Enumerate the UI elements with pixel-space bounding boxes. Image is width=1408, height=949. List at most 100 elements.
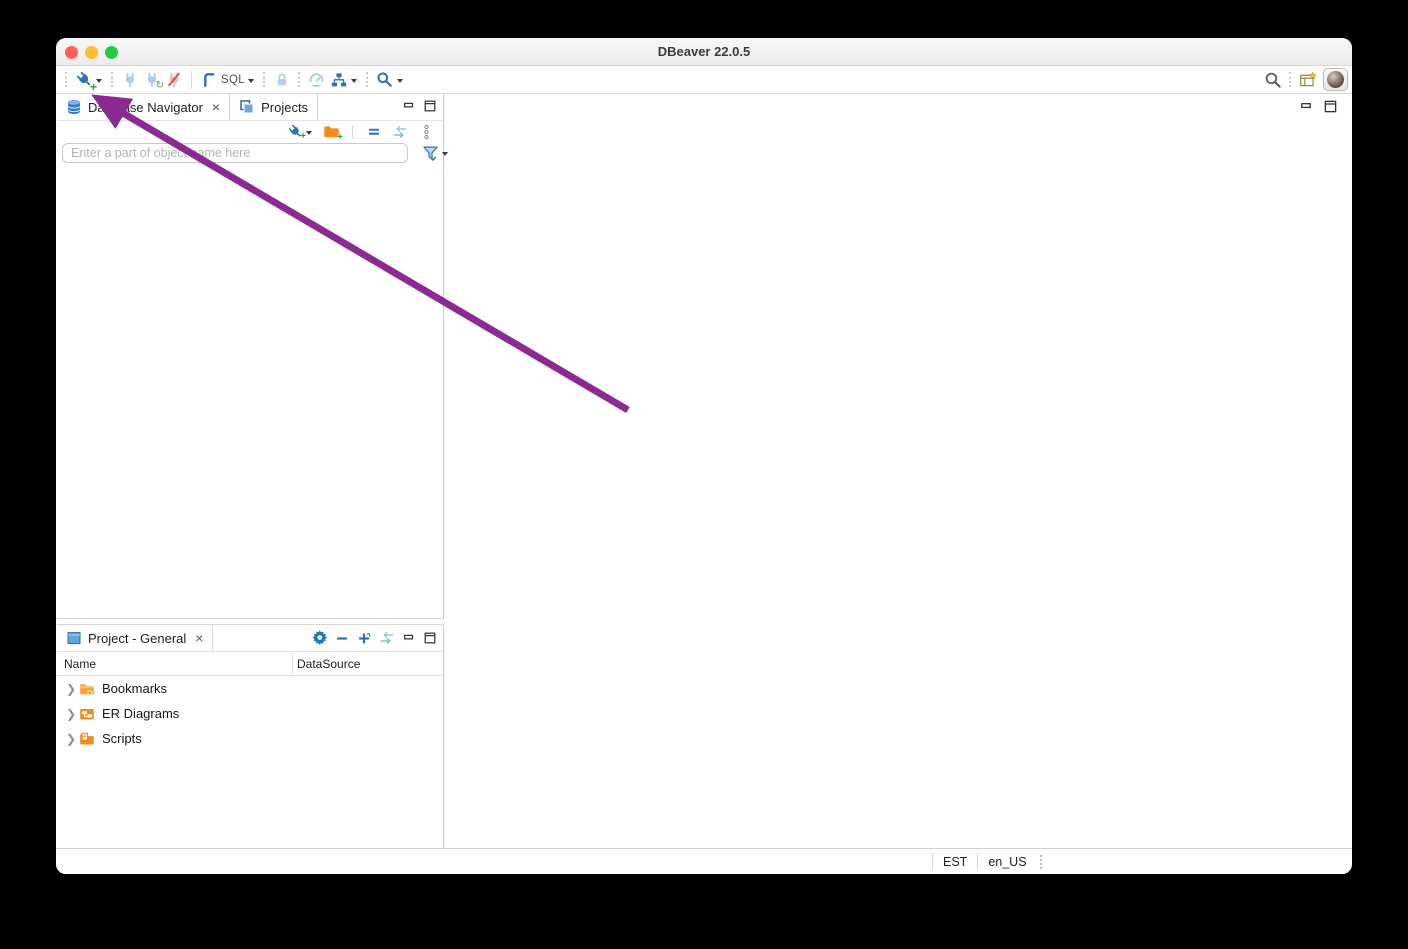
toolbar-grip xyxy=(297,72,301,87)
connect-button[interactable] xyxy=(119,68,141,92)
desktop-background: DBeaver 22.0.5 + ↻ SQL Database Navigato… xyxy=(0,0,1408,949)
tree-item-label: ER Diagrams xyxy=(102,706,180,721)
toolbar-grip xyxy=(65,72,68,87)
refresh-badge: ↻ xyxy=(155,79,164,91)
toolbar-grip xyxy=(365,72,369,87)
collapse-all-button[interactable] xyxy=(363,120,385,144)
settings-icon[interactable] xyxy=(312,630,328,646)
dashboard-button[interactable] xyxy=(306,68,328,92)
chevron-right-icon[interactable]: ❯ xyxy=(64,707,78,721)
perspective-icon xyxy=(1299,70,1317,89)
new-connection-icon: + xyxy=(287,124,306,142)
toolbar-separator xyxy=(352,124,353,139)
close-tab-icon[interactable]: × xyxy=(195,631,203,645)
project-panel-buttons xyxy=(312,630,437,646)
expand-all-icon[interactable] xyxy=(357,631,372,646)
toolbar-grip xyxy=(1289,72,1292,87)
maximize-view-icon[interactable] xyxy=(1323,99,1338,114)
object-search-input[interactable] xyxy=(62,143,408,163)
title-bar[interactable]: DBeaver 22.0.5 xyxy=(56,38,1352,66)
link-with-editor-button[interactable] xyxy=(389,120,411,144)
zoom-window-button[interactable] xyxy=(105,46,118,59)
database-icon xyxy=(66,99,82,115)
close-window-button[interactable] xyxy=(65,46,78,59)
toolbar-grip xyxy=(262,72,266,87)
tree-row-bookmarks[interactable]: ❯ Bookmarks xyxy=(57,676,443,701)
new-sql-editor-button[interactable]: SQL xyxy=(198,68,258,92)
minimize-view-icon[interactable] xyxy=(402,631,416,645)
toolbar-right-group xyxy=(1262,68,1348,92)
link-with-editor-icon[interactable] xyxy=(379,630,395,646)
disconnect-button[interactable] xyxy=(163,68,185,92)
column-divider[interactable] xyxy=(292,652,293,675)
link-with-editor-icon xyxy=(391,123,409,141)
view-menu-button[interactable] xyxy=(415,120,437,144)
traffic-lights xyxy=(65,46,118,59)
minimize-window-button[interactable] xyxy=(85,46,98,59)
project-table-header[interactable]: Name DataSource xyxy=(57,652,443,676)
new-connection-button[interactable]: + xyxy=(73,68,106,93)
sql-label: SQL xyxy=(221,73,245,86)
tab-database-navigator[interactable]: Database Navigator × xyxy=(57,94,231,120)
navigator-tab-row: Database Navigator × Projects xyxy=(57,94,443,121)
plus-badge: + xyxy=(337,131,343,143)
collapse-all-icon[interactable] xyxy=(335,631,350,646)
panel-buttons xyxy=(402,99,437,113)
window-title: DBeaver 22.0.5 xyxy=(657,44,751,59)
editor-area[interactable] xyxy=(449,94,1346,848)
locale-status[interactable]: en_US xyxy=(978,855,1036,869)
tab-project-general[interactable]: Project - General × xyxy=(57,625,214,651)
reconnect-icon: ↻ xyxy=(143,71,164,91)
dbeaver-window: DBeaver 22.0.5 + ↻ SQL Database Navigato… xyxy=(56,38,1352,874)
chevron-right-icon[interactable]: ❯ xyxy=(64,682,78,696)
tree-item-label: Scripts xyxy=(102,731,142,746)
er-diagram-button[interactable] xyxy=(328,68,361,92)
database-navigator-panel: Database Navigator × Projects + + Enter … xyxy=(57,94,448,619)
minimize-view-icon[interactable] xyxy=(402,99,416,113)
tab-label: Database Navigator xyxy=(88,99,203,115)
chevron-down-icon xyxy=(442,152,448,156)
plus-badge: + xyxy=(89,79,97,94)
chevron-down-icon xyxy=(396,78,403,83)
reconnect-button[interactable]: ↻ xyxy=(141,68,164,92)
lock-button[interactable] xyxy=(271,68,293,92)
filter-button[interactable] xyxy=(419,141,452,165)
toolbar-separator xyxy=(191,70,192,89)
new-connection-small-button[interactable]: + xyxy=(285,120,316,144)
toolbar-grip xyxy=(111,72,114,87)
tree-row-er-diagrams[interactable]: ❯ ER Diagrams xyxy=(57,701,443,726)
chevron-down-icon xyxy=(306,130,312,135)
project-tab-row: Project - General × xyxy=(57,625,443,652)
chevron-right-icon[interactable]: ❯ xyxy=(64,732,78,746)
user-profile-button[interactable] xyxy=(1323,68,1348,91)
global-search-button[interactable] xyxy=(1262,68,1284,92)
status-bar: EST en_US xyxy=(56,848,1352,874)
maximize-view-icon[interactable] xyxy=(423,99,437,113)
column-header-name[interactable]: Name xyxy=(57,657,96,671)
view-menu-icon xyxy=(417,123,435,141)
status-grip xyxy=(1039,854,1043,869)
project-general-panel: Project - General × Name DataSource ❯ Bo… xyxy=(57,624,444,848)
tree-row-scripts[interactable]: ❯ Scripts xyxy=(57,726,443,751)
search-metadata-button[interactable] xyxy=(374,68,407,92)
chevron-down-icon xyxy=(350,78,357,83)
user-avatar xyxy=(1327,71,1344,88)
close-tab-icon[interactable]: × xyxy=(212,100,220,114)
navigator-tree-area[interactable] xyxy=(57,164,443,618)
minimize-view-icon[interactable] xyxy=(1299,99,1314,114)
er-diagram-icon xyxy=(330,71,348,89)
lock-icon xyxy=(273,71,291,89)
search-metadata-icon xyxy=(376,71,394,89)
projects-icon xyxy=(239,99,255,115)
workbench-area: Database Navigator × Projects + + Enter … xyxy=(56,94,1352,848)
tab-projects[interactable]: Projects xyxy=(230,94,319,120)
connect-icon xyxy=(121,71,139,89)
timezone-status[interactable]: EST xyxy=(933,855,977,869)
global-search-icon xyxy=(1264,71,1282,89)
new-folder-button[interactable]: + xyxy=(320,120,343,144)
new-connection-icon: + xyxy=(75,71,97,93)
main-toolbar: + ↻ SQL xyxy=(56,66,1352,94)
open-perspective-button[interactable] xyxy=(1297,68,1319,92)
maximize-view-icon[interactable] xyxy=(423,631,437,645)
column-header-datasource[interactable]: DataSource xyxy=(297,657,360,671)
